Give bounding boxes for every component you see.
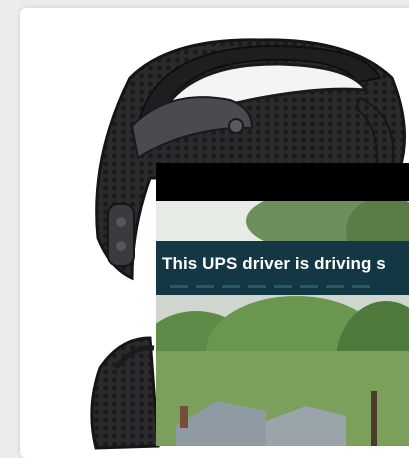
mask-thumbnail-image (90, 336, 160, 450)
video-frame[interactable] (156, 201, 409, 446)
mask-side-valve-icon (107, 203, 135, 267)
video-top-bar (156, 163, 409, 201)
video-player[interactable]: This UPS driver is driving s (156, 163, 409, 446)
video-caption-bar: This UPS driver is driving s (156, 241, 409, 295)
video-caption-text: This UPS driver is driving s (162, 254, 386, 273)
product-card[interactable]: This UPS driver is driving s (20, 8, 409, 458)
caption-underline (170, 285, 370, 288)
